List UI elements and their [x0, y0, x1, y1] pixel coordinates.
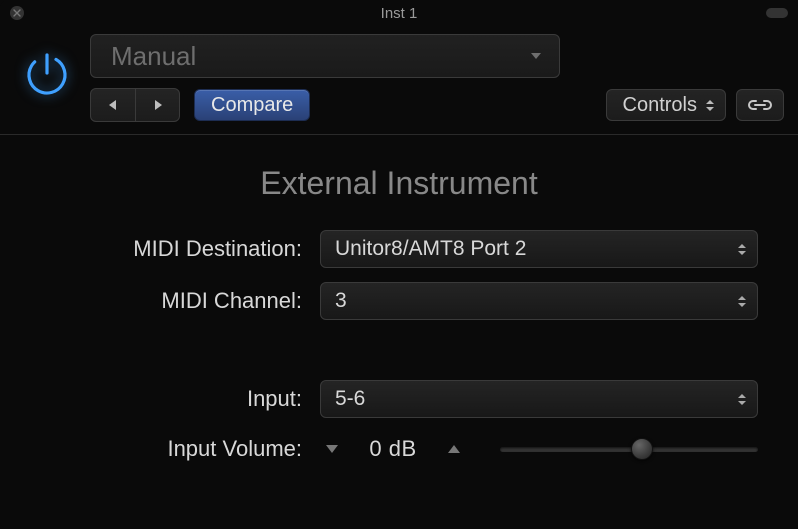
header-row-2: Compare Controls: [90, 88, 784, 122]
panel-body: External Instrument MIDI Destination: Un…: [0, 135, 798, 500]
label-midi-channel: MIDI Channel:: [40, 288, 320, 314]
volume-slider[interactable]: [500, 434, 758, 464]
updown-icon: [737, 295, 747, 308]
midi-channel-value: 3: [335, 289, 347, 313]
link-icon: [747, 97, 773, 113]
updown-icon: [737, 393, 747, 406]
panel-title: External Instrument: [40, 165, 758, 202]
compare-button[interactable]: Compare: [194, 89, 310, 121]
volume-value: 0 dB: [358, 436, 428, 462]
triangle-up-icon: [446, 443, 462, 455]
triangle-left-icon: [106, 98, 120, 112]
preset-nav: [90, 88, 180, 122]
chevron-down-icon: [529, 51, 543, 61]
titlebar-pill: [766, 8, 788, 18]
updown-icon: [737, 243, 747, 256]
prev-preset-button[interactable]: [91, 89, 135, 121]
view-mode-menu[interactable]: Controls: [606, 89, 726, 121]
row-input-volume: Input Volume: 0 dB: [40, 432, 758, 466]
label-input-volume: Input Volume:: [40, 436, 320, 462]
label-midi-destination: MIDI Destination:: [40, 236, 320, 262]
power-button[interactable]: [18, 44, 76, 102]
volume-increment-button[interactable]: [442, 437, 466, 461]
input-value: 5-6: [335, 387, 365, 411]
label-input: Input:: [40, 386, 320, 412]
link-button[interactable]: [736, 89, 784, 121]
header-controls: Manual Compare Controls: [90, 34, 784, 122]
input-volume-controls: 0 dB: [320, 432, 758, 466]
input-select[interactable]: 5-6: [320, 380, 758, 418]
triangle-right-icon: [151, 98, 165, 112]
row-midi-channel: MIDI Channel: 3: [40, 282, 758, 320]
midi-destination-select[interactable]: Unitor8/AMT8 Port 2: [320, 230, 758, 268]
titlebar: Inst 1: [0, 0, 798, 26]
slider-knob[interactable]: [631, 438, 653, 460]
power-icon: [21, 47, 73, 99]
slider-track: [500, 447, 758, 452]
preset-menu[interactable]: Manual: [90, 34, 560, 78]
plugin-window: Inst 1 Manual: [0, 0, 798, 529]
next-preset-button[interactable]: [135, 89, 179, 121]
midi-destination-value: Unitor8/AMT8 Port 2: [335, 237, 526, 261]
row-midi-destination: MIDI Destination: Unitor8/AMT8 Port 2: [40, 230, 758, 268]
midi-channel-select[interactable]: 3: [320, 282, 758, 320]
volume-stepper: 0 dB: [320, 432, 466, 466]
triangle-down-icon: [324, 443, 340, 455]
preset-menu-label: Manual: [111, 41, 196, 72]
compare-button-label: Compare: [211, 94, 293, 117]
close-button[interactable]: [10, 6, 24, 20]
row-input: Input: 5-6: [40, 380, 758, 418]
header-bar: Manual Compare Controls: [0, 26, 798, 135]
volume-decrement-button[interactable]: [320, 437, 344, 461]
window-title: Inst 1: [381, 5, 418, 22]
close-icon: [13, 9, 21, 17]
updown-icon: [705, 99, 715, 112]
view-mode-label: Controls: [623, 94, 697, 117]
